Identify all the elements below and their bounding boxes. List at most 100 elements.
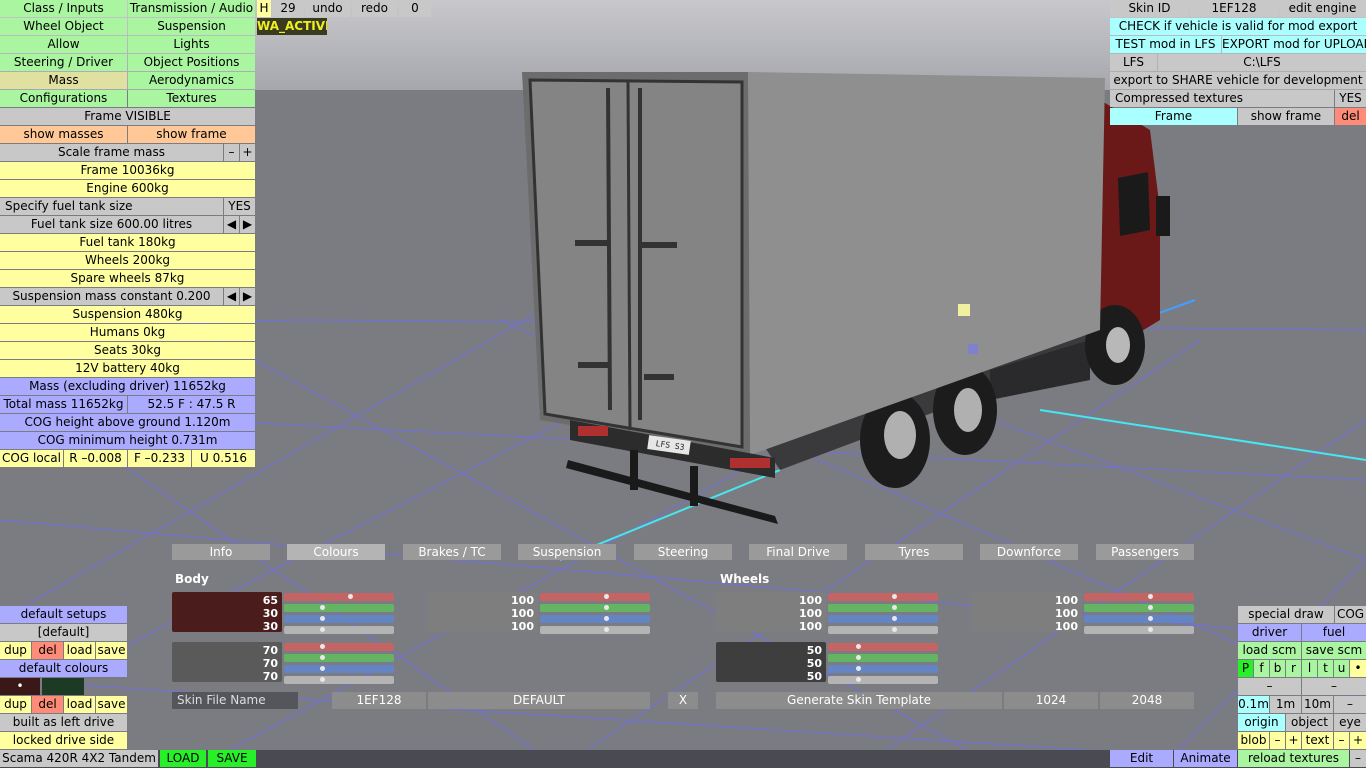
- wheels-main-r-slider[interactable]: [828, 593, 938, 601]
- wheels-second-a-slider[interactable]: [1084, 626, 1194, 634]
- slider-knob[interactable]: [320, 655, 325, 660]
- menu-lights[interactable]: Lights: [128, 36, 255, 53]
- body-third-b-slider[interactable]: [284, 665, 394, 673]
- undo-button[interactable]: undo: [305, 0, 350, 17]
- view-u-button[interactable]: u: [1334, 660, 1349, 677]
- scale-frame-plus-button[interactable]: +: [240, 144, 255, 161]
- colours-save-button[interactable]: save: [96, 696, 127, 713]
- slider-knob[interactable]: [604, 627, 609, 632]
- menu-configurations[interactable]: Configurations: [0, 90, 127, 107]
- colours-dup-button[interactable]: dup: [0, 696, 31, 713]
- generate-skin-template-button[interactable]: Generate Skin Template: [716, 692, 1002, 709]
- tab-steering[interactable]: Steering: [634, 544, 732, 560]
- text-button[interactable]: text: [1302, 732, 1333, 749]
- slider-knob[interactable]: [1148, 616, 1153, 621]
- frame-button[interactable]: Frame: [1110, 108, 1237, 125]
- body-main-g-slider[interactable]: [284, 604, 394, 612]
- body-third-a-slider[interactable]: [284, 676, 394, 684]
- view-r-button[interactable]: r: [1286, 660, 1301, 677]
- save-scm-button[interactable]: save scm: [1302, 642, 1366, 659]
- tab-final-drive[interactable]: Final Drive: [749, 544, 847, 560]
- wheels-main-b-slider[interactable]: [828, 615, 938, 623]
- text-minus-button[interactable]: –: [1334, 732, 1349, 749]
- template-2048-button[interactable]: 2048: [1100, 692, 1194, 709]
- load-scm-button[interactable]: load scm: [1238, 642, 1301, 659]
- test-mod-button[interactable]: TEST mod in LFS: [1110, 36, 1221, 53]
- slider-knob[interactable]: [320, 616, 325, 621]
- wheels-second-r-slider[interactable]: [1084, 593, 1194, 601]
- scale-10m-button[interactable]: 10m: [1302, 696, 1333, 713]
- setup-selector[interactable]: [default]: [0, 624, 127, 641]
- export-share-button[interactable]: export to SHARE vehicle for development: [1110, 72, 1366, 89]
- slider-knob[interactable]: [1148, 605, 1153, 610]
- setup-save-button[interactable]: save: [96, 642, 127, 659]
- colour-preset-1[interactable]: •: [0, 678, 40, 695]
- tab-colours[interactable]: Colours: [287, 544, 385, 560]
- body-second-b-slider[interactable]: [540, 615, 650, 623]
- reload-minus-button[interactable]: –: [1350, 750, 1366, 767]
- edit-engine-button[interactable]: edit engine: [1279, 0, 1366, 17]
- load-vehicle-button[interactable]: LOAD: [160, 750, 206, 767]
- animate-mode-button[interactable]: Animate: [1174, 750, 1237, 767]
- view-b-button[interactable]: b: [1270, 660, 1285, 677]
- wheels-third-a-slider[interactable]: [828, 676, 938, 684]
- compressed-textures-toggle[interactable]: YES: [1335, 90, 1366, 107]
- default-setups-button[interactable]: default setups: [0, 606, 127, 623]
- lfs-path[interactable]: C:\LFS: [1158, 54, 1366, 71]
- wheels-main-g-slider[interactable]: [828, 604, 938, 612]
- skin-file-id[interactable]: 1EF128: [332, 692, 426, 709]
- slider-knob[interactable]: [892, 627, 897, 632]
- slider-knob[interactable]: [856, 655, 861, 660]
- body-third-g-slider[interactable]: [284, 654, 394, 662]
- slider-knob[interactable]: [1148, 594, 1153, 599]
- body-third-r-slider[interactable]: [284, 643, 394, 651]
- frame-visible-button[interactable]: Frame VISIBLE: [0, 108, 255, 125]
- wheels-second-g-slider[interactable]: [1084, 604, 1194, 612]
- slider-knob[interactable]: [320, 644, 325, 649]
- tab-passengers[interactable]: Passengers: [1096, 544, 1194, 560]
- tab-brakes-tc[interactable]: Brakes / TC: [403, 544, 501, 560]
- slider-knob[interactable]: [856, 677, 861, 682]
- built-left-drive-button[interactable]: built as left drive: [0, 714, 127, 731]
- body-second-a-slider[interactable]: [540, 626, 650, 634]
- menu-object-positions[interactable]: Object Positions: [128, 54, 255, 71]
- scale-0-1m-button[interactable]: 0.1m: [1238, 696, 1269, 713]
- reload-textures-button[interactable]: reload textures: [1238, 750, 1349, 767]
- blob-button[interactable]: blob: [1238, 732, 1269, 749]
- menu-aerodynamics[interactable]: Aerodynamics: [128, 72, 255, 89]
- slider-knob[interactable]: [892, 605, 897, 610]
- origin-button[interactable]: origin: [1238, 714, 1285, 731]
- fuel-button[interactable]: fuel: [1302, 624, 1366, 641]
- body-second-g-slider[interactable]: [540, 604, 650, 612]
- special-draw-button[interactable]: special draw: [1238, 606, 1334, 623]
- colours-load-button[interactable]: load: [64, 696, 95, 713]
- specify-fuel-toggle[interactable]: YES: [224, 198, 255, 215]
- menu-suspension[interactable]: Suspension: [128, 18, 255, 35]
- menu-steering-driver[interactable]: Steering / Driver: [0, 54, 127, 71]
- setup-load-button[interactable]: load: [64, 642, 95, 659]
- body-main-a-slider[interactable]: [284, 626, 394, 634]
- object-button[interactable]: object: [1286, 714, 1333, 731]
- show-masses-button[interactable]: show masses: [0, 126, 127, 143]
- menu-transmission-audio[interactable]: Transmission / Audio: [128, 0, 255, 17]
- view-l-button[interactable]: l: [1302, 660, 1317, 677]
- save-vehicle-button[interactable]: SAVE: [208, 750, 256, 767]
- slider-knob[interactable]: [320, 666, 325, 671]
- menu-allow[interactable]: Allow: [0, 36, 127, 53]
- slider-knob[interactable]: [320, 677, 325, 682]
- right-show-frame-button[interactable]: show frame: [1238, 108, 1334, 125]
- show-frame-button[interactable]: show frame: [128, 126, 255, 143]
- wheels-third-g-slider[interactable]: [828, 654, 938, 662]
- view-t-button[interactable]: t: [1318, 660, 1333, 677]
- delete-frame-button[interactable]: del: [1335, 108, 1366, 125]
- colour-preset-2[interactable]: [42, 678, 84, 695]
- menu-wheel-object[interactable]: Wheel Object: [0, 18, 127, 35]
- clear-skin-button[interactable]: X: [668, 692, 698, 709]
- slider-knob[interactable]: [856, 644, 861, 649]
- body-main-b-slider[interactable]: [284, 615, 394, 623]
- slider-knob[interactable]: [604, 616, 609, 621]
- view-f-button[interactable]: f: [1254, 660, 1269, 677]
- menu-mass[interactable]: Mass: [0, 72, 127, 89]
- template-1024-button[interactable]: 1024: [1004, 692, 1098, 709]
- default-colours-button[interactable]: default colours: [0, 660, 127, 677]
